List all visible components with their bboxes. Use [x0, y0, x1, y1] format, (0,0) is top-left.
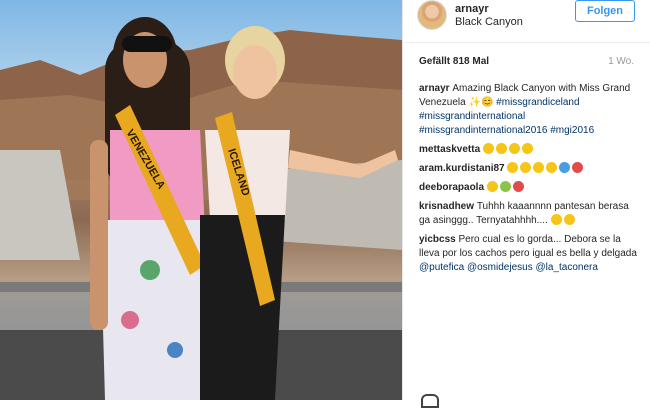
- comment-username[interactable]: yicbcss: [419, 234, 458, 245]
- comment-item: yicbcss Pero cual es lo gorda... Debora …: [419, 233, 641, 275]
- comment-item: mettaskvetta: [419, 143, 641, 157]
- emoji-icon: [533, 162, 545, 173]
- post-header: arnayr Black Canyon Folgen: [403, 0, 650, 43]
- emoji-icon: [521, 143, 533, 154]
- skirt-flower: [167, 342, 183, 358]
- comment-username[interactable]: arnayr: [419, 83, 452, 94]
- comment-item: aram.kurdistani87: [419, 162, 641, 176]
- hashtag-link[interactable]: #missgrandiceland: [496, 97, 579, 108]
- heart-icon[interactable]: [421, 394, 439, 408]
- emoji-icon: [559, 162, 571, 173]
- emoji-icon: [495, 143, 507, 154]
- emoji-icon: [486, 181, 498, 192]
- photo-illustration: VENEZUELA ICELAND: [0, 17, 402, 400]
- hashtag-link[interactable]: #missgrandinternational: [419, 111, 525, 122]
- face-right: [233, 45, 277, 99]
- comment-item: krisnadhew Tuhhh kaaannnn pantesan beras…: [419, 200, 641, 228]
- emoji-icon: [546, 162, 558, 173]
- sunglasses: [122, 36, 172, 52]
- emoji-icon: [512, 181, 524, 192]
- emoji-icon: [482, 143, 494, 154]
- arm-left: [90, 140, 108, 330]
- hashtag-link[interactable]: #mgi2016: [550, 125, 594, 136]
- comment-item: arnayr Amazing Black Canyon with Miss Gr…: [419, 82, 641, 138]
- hashtag-link[interactable]: @putefica: [419, 262, 464, 273]
- skirt-flower: [121, 311, 139, 329]
- follow-button[interactable]: Folgen: [575, 0, 635, 22]
- avatar[interactable]: [417, 0, 447, 30]
- comment-username[interactable]: krisnadhew: [419, 201, 477, 212]
- skirt-flower: [140, 260, 160, 280]
- hashtag-link[interactable]: @la_taconera: [535, 262, 597, 273]
- emoji-icon: [499, 181, 511, 192]
- post-location[interactable]: Black Canyon: [455, 16, 523, 28]
- emoji-icon: [508, 143, 520, 154]
- comment-username[interactable]: mettaskvetta: [419, 144, 483, 155]
- post-username[interactable]: arnayr: [455, 3, 489, 15]
- emoji-icon: [520, 162, 532, 173]
- hashtag-link[interactable]: #missgrandinternational2016: [419, 125, 547, 136]
- comment-list: arnayr Amazing Black Canyon with Miss Gr…: [419, 82, 641, 280]
- black-skirt: [200, 215, 285, 400]
- emoji-icon: [572, 162, 584, 173]
- emoji-icon: [550, 214, 562, 225]
- like-count[interactable]: Gefällt 818 Mal: [419, 56, 489, 67]
- post-sidebar: arnayr Black Canyon Folgen Gefällt 818 M…: [403, 0, 650, 408]
- post-photo: VENEZUELA ICELAND: [0, 0, 402, 400]
- hashtag-link[interactable]: @osmidejesus: [467, 262, 533, 273]
- emoji-icon: [507, 162, 519, 173]
- post-time: 1 Wo.: [608, 56, 634, 67]
- comment-username[interactable]: aram.kurdistani87: [419, 163, 507, 174]
- emoji-icon: [563, 214, 575, 225]
- comment-username[interactable]: deeborapaola: [419, 182, 487, 193]
- comment-item: deeborapaola: [419, 181, 641, 195]
